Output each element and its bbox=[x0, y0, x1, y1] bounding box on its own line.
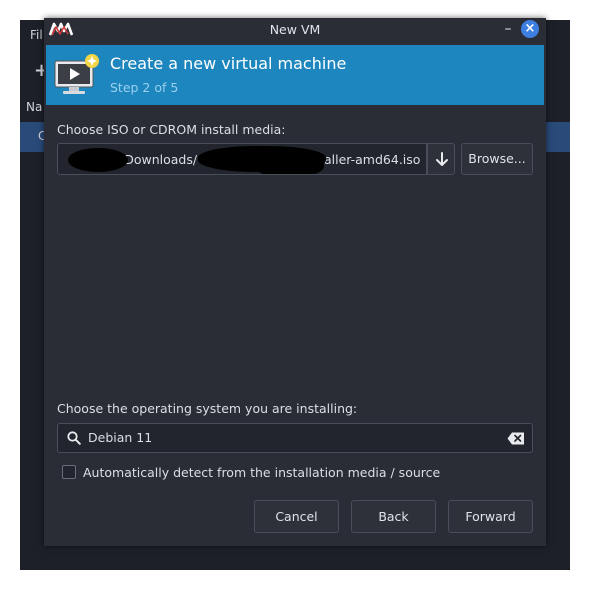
iso-media-label: Choose ISO or CDROM install media: bbox=[57, 122, 286, 137]
file-menu[interactable]: Fil bbox=[30, 28, 43, 42]
auto-detect-checkbox[interactable] bbox=[62, 465, 76, 479]
arrow-down-icon bbox=[436, 152, 448, 166]
dialog-title: New VM bbox=[269, 22, 321, 37]
wizard-step: Step 2 of 5 bbox=[110, 80, 179, 95]
backspace-clear-icon[interactable] bbox=[507, 432, 525, 445]
search-icon bbox=[67, 431, 81, 445]
iso-path-input[interactable]: /Downloads/ aller-amd64.iso bbox=[57, 143, 427, 175]
minimize-button[interactable]: – bbox=[500, 20, 516, 38]
forward-button[interactable]: Forward bbox=[448, 500, 533, 533]
cancel-button[interactable]: Cancel bbox=[254, 500, 339, 533]
iso-dropdown-button[interactable] bbox=[427, 143, 455, 175]
close-button[interactable]: × bbox=[521, 20, 539, 38]
virtual-machine-icon bbox=[54, 54, 99, 94]
dialog-titlebar[interactable]: New VM – × bbox=[44, 18, 546, 44]
iso-path-part1: /Downloads/ bbox=[120, 152, 198, 167]
name-column-header[interactable]: Na bbox=[26, 100, 42, 114]
redaction-mark bbox=[68, 148, 128, 172]
new-vm-dialog: New VM – × Create a new virtual machine … bbox=[44, 18, 546, 546]
browse-button[interactable]: Browse... bbox=[461, 143, 533, 175]
wizard-header: Create a new virtual machine Step 2 of 5 bbox=[46, 45, 544, 105]
auto-detect-label[interactable]: Automatically detect from the installati… bbox=[83, 465, 440, 480]
os-search-input[interactable]: Debian 11 bbox=[57, 423, 533, 453]
redaction-mark bbox=[254, 154, 324, 174]
os-label: Choose the operating system you are inst… bbox=[57, 401, 358, 416]
back-button[interactable]: Back bbox=[351, 500, 436, 533]
os-search-value: Debian 11 bbox=[88, 430, 153, 445]
iso-path-part2: aller-amd64.iso bbox=[324, 152, 421, 167]
wizard-title: Create a new virtual machine bbox=[110, 54, 347, 73]
